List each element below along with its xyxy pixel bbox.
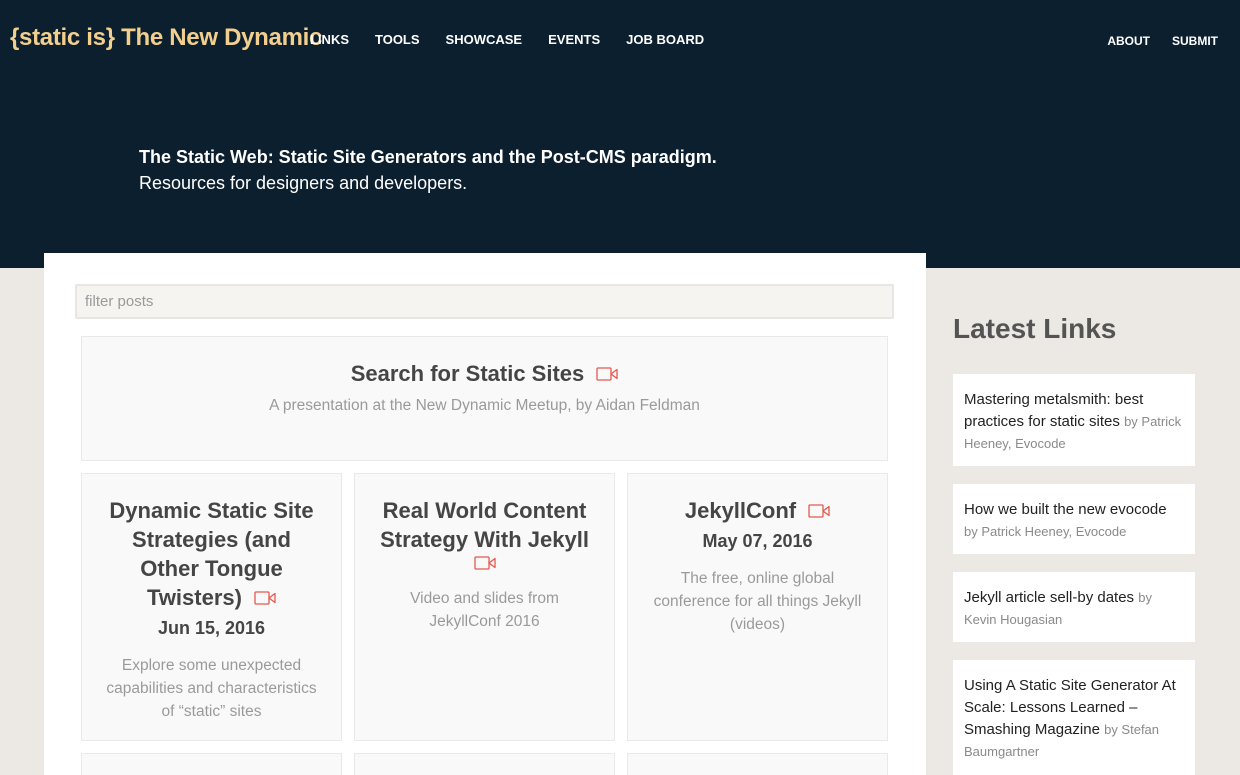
header-hero: {static is} The New Dynamic LINKS TOOLS … <box>0 0 1240 268</box>
post-card[interactable] <box>81 753 342 775</box>
post-title-row: JekyllConf <box>646 496 869 527</box>
hero-subheadline: Resources for designers and developers. <box>139 173 468 193</box>
post-description: Explore some unexpected capabilities and… <box>106 656 317 720</box>
video-icon <box>596 359 618 388</box>
video-icon <box>808 496 830 525</box>
post-title[interactable]: Dynamic Static Site Strategies (and Othe… <box>109 498 313 610</box>
video-icon <box>473 556 496 575</box>
nav-events[interactable]: EVENTS <box>548 32 600 47</box>
posts-panel: Search for Static Sites A presentation a… <box>44 253 926 775</box>
post-description: Video and slides from JekyllConf 2016 <box>410 590 559 630</box>
latest-links-heading: Latest Links <box>953 313 1117 344</box>
nav-showcase[interactable]: SHOWCASE <box>446 32 523 47</box>
post-title-row: Dynamic Static Site Strategies (and Othe… <box>100 496 323 614</box>
post-title[interactable]: Search for Static Sites <box>351 361 585 386</box>
post-date: May 07, 2016 <box>702 530 813 551</box>
link-title[interactable]: Mastering metalsmith: best practices for… <box>964 391 1143 430</box>
post-card[interactable]: JekyllConf May 07, 2016 The free, online… <box>627 473 888 741</box>
post-card[interactable] <box>354 753 615 775</box>
secondary-nav: ABOUT SUBMIT <box>1085 34 1218 48</box>
site-logo[interactable]: {static is} The New Dynamic <box>10 24 322 52</box>
nav-tools[interactable]: TOOLS <box>375 32 420 47</box>
post-title[interactable]: Real World Content Strategy With Jekyll <box>373 496 596 554</box>
latest-link-card[interactable]: Mastering metalsmith: best practices for… <box>953 374 1195 466</box>
link-title[interactable]: Jekyll article sell-by dates <box>964 589 1134 606</box>
latest-link-card[interactable]: Jekyll article sell-by dates by Kevin Ho… <box>953 572 1195 642</box>
video-icon <box>254 583 276 612</box>
hero-headline: The Static Web: Static Site Generators a… <box>139 147 717 167</box>
post-icon-row <box>373 556 596 577</box>
hero-tagline: The Static Web: Static Site Generators a… <box>139 144 717 196</box>
post-card[interactable]: Dynamic Static Site Strategies (and Othe… <box>81 473 342 741</box>
main-nav: LINKS TOOLS SHOWCASE EVENTS JOB BOARD <box>310 32 730 47</box>
post-date: Jun 15, 2016 <box>157 617 266 638</box>
post-card[interactable] <box>627 753 888 775</box>
post-description: A presentation at the New Dynamic Meetup… <box>269 396 700 414</box>
post-card[interactable]: Search for Static Sites A presentation a… <box>81 336 888 461</box>
nav-submit[interactable]: SUBMIT <box>1172 34 1218 48</box>
latest-link-card[interactable]: How we built the new evocode by Patrick … <box>953 484 1195 554</box>
latest-link-card[interactable]: Using A Static Site Generator At Scale: … <box>953 660 1195 775</box>
nav-links[interactable]: LINKS <box>310 32 349 47</box>
post-title-row: Search for Static Sites <box>82 359 887 390</box>
nav-job-board[interactable]: JOB BOARD <box>626 32 704 47</box>
nav-about[interactable]: ABOUT <box>1107 34 1150 48</box>
post-description: The free, online global conference for a… <box>653 569 862 633</box>
link-author: by Patrick Heeney, Evocode <box>964 524 1127 539</box>
post-title[interactable]: JekyllConf <box>685 498 796 523</box>
link-title[interactable]: How we built the new evocode <box>964 501 1167 518</box>
filter-posts-input[interactable] <box>75 284 894 319</box>
post-card[interactable]: Real World Content Strategy With Jekyll … <box>354 473 615 741</box>
